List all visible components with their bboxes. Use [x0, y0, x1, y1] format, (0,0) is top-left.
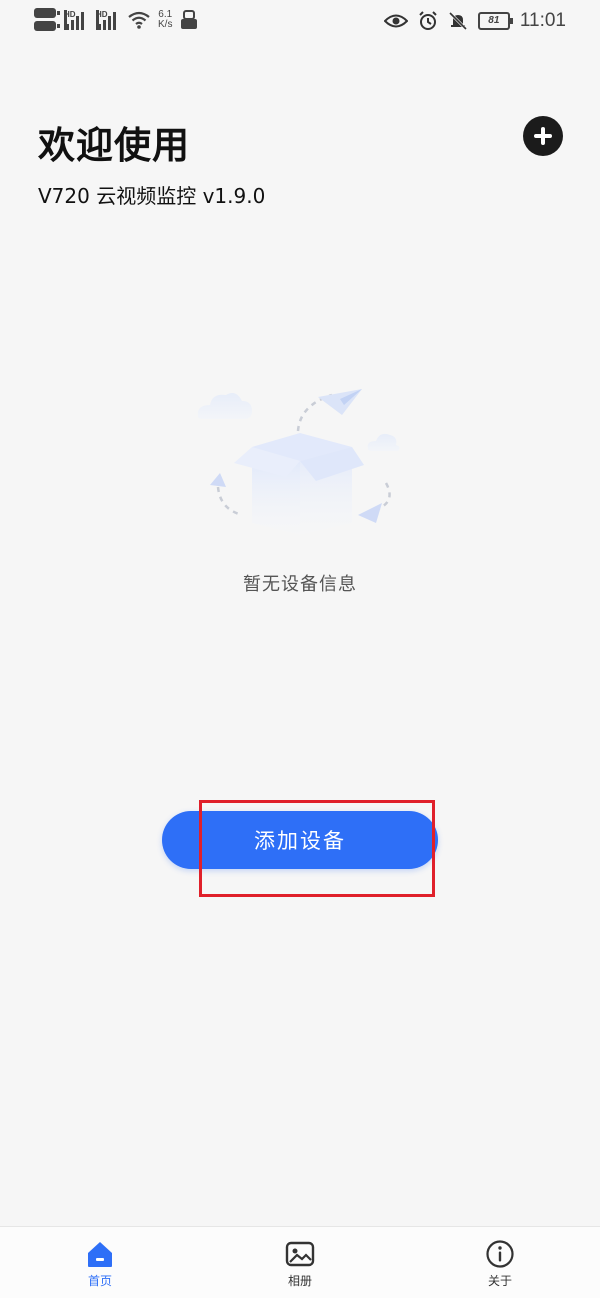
sim-icon — [34, 8, 60, 31]
vpn-icon — [181, 9, 198, 29]
signal-icon: HD — [96, 9, 120, 30]
net-speed: 6.1 K/s — [158, 8, 173, 30]
eye-icon — [383, 14, 408, 28]
nav-item-home[interactable]: 首页 — [40, 1227, 160, 1298]
app-screen: HD HD 6.1 K/s 81 11:01 欢迎使用 V720 云视频监控 v… — [0, 0, 600, 1298]
net-speed-unit: K/s — [158, 18, 173, 30]
battery-level: 81 — [488, 15, 500, 26]
nav-label-album: 相册 — [287, 1274, 312, 1288]
add-device-button[interactable]: 添加设备 — [162, 811, 438, 869]
app-version: V720 云视频监控 v1.9.0 — [38, 184, 266, 208]
nav-item-about[interactable]: 关于 — [440, 1227, 560, 1298]
nav-label-about: 关于 — [487, 1274, 512, 1288]
battery-icon: 81 — [477, 12, 513, 30]
clock: 11:01 — [519, 10, 566, 31]
wifi-icon — [128, 11, 150, 29]
page-title: 欢迎使用 — [38, 124, 190, 167]
add-plus-button[interactable] — [523, 116, 563, 156]
nav-item-album[interactable]: 相册 — [240, 1227, 360, 1298]
bottom-nav: 首页 相册 关于 — [0, 1226, 600, 1298]
add-device-label: 添加设备 — [254, 829, 346, 853]
empty-state-text: 暂无设备信息 — [243, 574, 357, 595]
net-speed-value: 6.1 — [158, 8, 173, 20]
info-icon — [486, 1240, 514, 1268]
nav-label-home: 首页 — [87, 1274, 112, 1288]
image-icon — [285, 1241, 315, 1267]
home-icon — [88, 1242, 112, 1267]
mute-bell-icon — [448, 11, 467, 31]
status-bar: HD HD 6.1 K/s 81 11:01 — [0, 0, 600, 44]
alarm-icon — [419, 11, 437, 30]
signal-icon: HD — [64, 9, 88, 30]
status-right: 81 11:01 — [383, 10, 566, 32]
status-left: HD HD 6.1 K/s — [34, 8, 198, 31]
empty-box-illustration — [197, 389, 400, 535]
